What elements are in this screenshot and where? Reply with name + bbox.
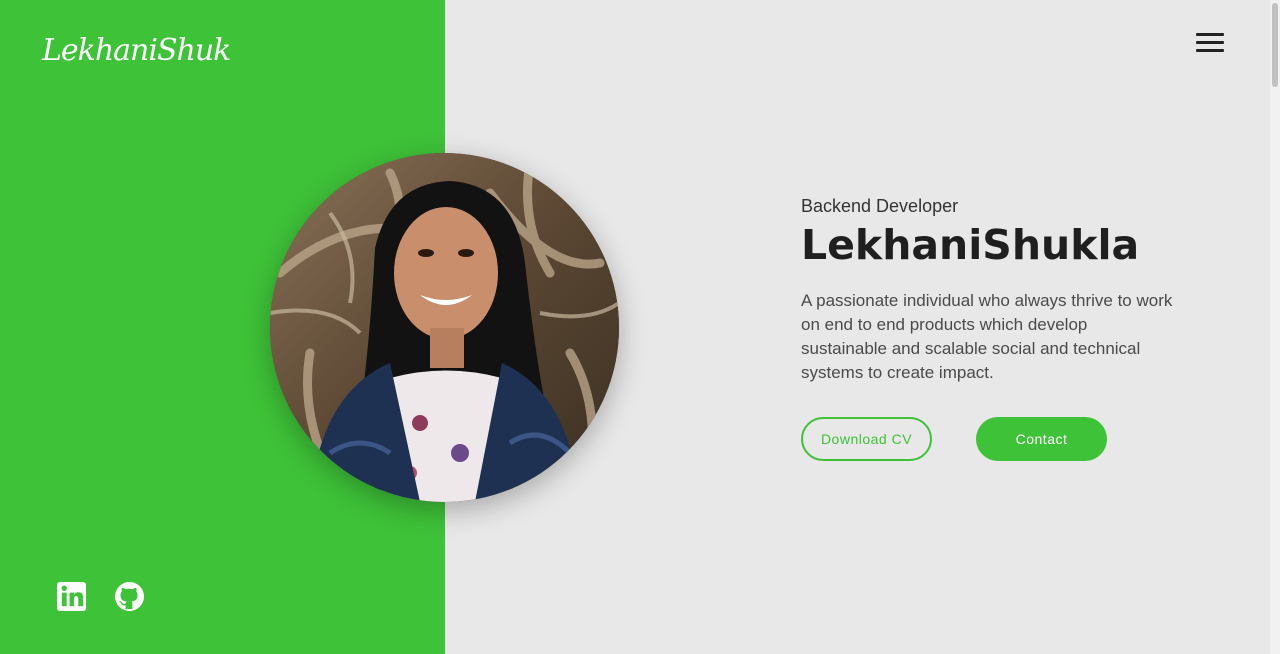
hero-description: A passionate individual who always thriv… xyxy=(801,291,1173,382)
profile-photo-illustration xyxy=(270,153,619,502)
menu-bar-bottom xyxy=(1196,49,1224,52)
page: LekhaniShukla xyxy=(0,0,1280,654)
hero-section: Backend Developer LekhaniShukla A passio… xyxy=(801,196,1181,461)
role-subtitle: Backend Developer xyxy=(801,196,959,216)
linkedin-icon xyxy=(56,581,87,612)
hero-name: LekhaniShukla xyxy=(801,221,1140,269)
menu-bar-top xyxy=(1196,33,1224,36)
contact-button[interactable]: Contact xyxy=(976,417,1107,461)
scrollbar[interactable] xyxy=(1270,0,1280,654)
profile-photo xyxy=(270,153,619,502)
github-link[interactable] xyxy=(114,581,145,612)
menu-bar-middle xyxy=(1196,41,1224,44)
logo[interactable]: LekhaniShukla xyxy=(40,18,230,78)
logo-text: LekhaniShukla xyxy=(41,33,230,68)
linkedin-link[interactable] xyxy=(56,581,87,612)
github-icon xyxy=(114,581,145,612)
scrollbar-thumb[interactable] xyxy=(1272,3,1278,87)
hamburger-menu-icon[interactable] xyxy=(1196,33,1226,55)
download-cv-button[interactable]: Download CV xyxy=(801,417,932,461)
